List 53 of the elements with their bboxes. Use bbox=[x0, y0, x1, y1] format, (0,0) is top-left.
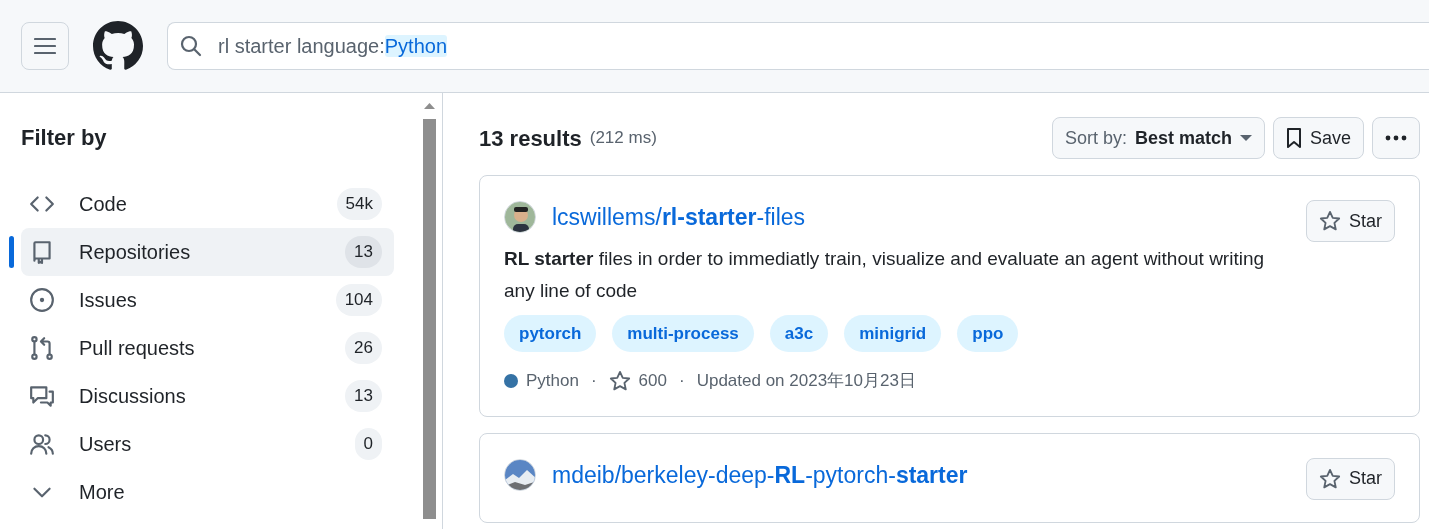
issue-icon bbox=[29, 287, 55, 313]
count-badge: 13 bbox=[345, 236, 382, 268]
more-icon bbox=[1385, 135, 1407, 141]
star-button[interactable]: Star bbox=[1306, 457, 1395, 500]
star-count: 600 bbox=[638, 370, 667, 392]
language-name: Python bbox=[526, 370, 579, 392]
topic-tag[interactable]: multi-process bbox=[612, 314, 754, 352]
users-icon bbox=[29, 431, 55, 457]
topic-tag[interactable]: minigrid bbox=[844, 314, 942, 352]
count-badge: 0 bbox=[354, 428, 382, 460]
topic-tag[interactable]: pytorch bbox=[504, 314, 597, 352]
count-badge: 26 bbox=[345, 332, 382, 364]
bookmark-icon bbox=[1285, 127, 1302, 149]
selection-indicator bbox=[9, 236, 14, 268]
count-badge: 13 bbox=[345, 380, 382, 412]
pull-request-icon bbox=[29, 335, 55, 361]
menu-button[interactable] bbox=[21, 22, 69, 70]
star-icon bbox=[1319, 467, 1341, 490]
search-time: (212 ms) bbox=[589, 127, 657, 150]
search-icon bbox=[180, 35, 202, 57]
topic-tag[interactable]: ppo bbox=[957, 314, 1019, 352]
sidebar-item[interactable]: Pull requests 26 bbox=[21, 324, 394, 372]
avatar bbox=[504, 201, 536, 234]
search-query: rl starter language:Python bbox=[218, 34, 448, 59]
save-button[interactable]: Save bbox=[1272, 117, 1364, 159]
separator-dot: · bbox=[590, 370, 597, 392]
updated-date: Updated on 2023年10月23日 bbox=[696, 370, 916, 392]
separator-dot: · bbox=[679, 370, 685, 392]
sort-dropdown[interactable]: Sort by: Best match bbox=[1051, 117, 1265, 159]
star-icon bbox=[608, 369, 631, 392]
star-icon bbox=[1319, 210, 1341, 232]
sidebar-item[interactable]: Code 54k bbox=[21, 180, 394, 228]
sidebar-item[interactable]: More bbox=[21, 468, 394, 516]
menu-icon bbox=[34, 37, 56, 55]
caret-icon bbox=[1239, 134, 1252, 142]
discussion-icon bbox=[29, 383, 55, 409]
repository-description: RL starter files in order to immediatly train, visualize and evaluate an agent without writing any line of code bbox=[504, 246, 1266, 303]
more-options-button[interactable] bbox=[1372, 117, 1420, 159]
sidebar-item[interactable]: Issues 104 bbox=[21, 276, 394, 324]
sidebar-item[interactable]: Users 0 bbox=[21, 420, 394, 468]
octocat-logo[interactable] bbox=[93, 21, 143, 71]
search-field[interactable]: rl starter language:Python bbox=[167, 22, 1429, 70]
repository-link[interactable]: mdeib/berkeley-deep-RL-pytorch-starter bbox=[552, 457, 968, 492]
filter-title: Filter by bbox=[21, 124, 108, 152]
topic-tag[interactable]: a3c bbox=[769, 314, 829, 352]
avatar bbox=[504, 458, 536, 491]
count-badge: 54k bbox=[336, 188, 382, 220]
count-badge: 104 bbox=[335, 284, 382, 316]
sidebar-item[interactable]: Repositories 13 bbox=[21, 228, 394, 276]
star-button[interactable]: Star bbox=[1306, 200, 1395, 242]
sidebar-item[interactable]: Discussions 13 bbox=[21, 372, 394, 420]
results-count: 13 results bbox=[479, 124, 582, 153]
repository-link[interactable]: lcswillems/rl-starter-files bbox=[552, 200, 806, 235]
